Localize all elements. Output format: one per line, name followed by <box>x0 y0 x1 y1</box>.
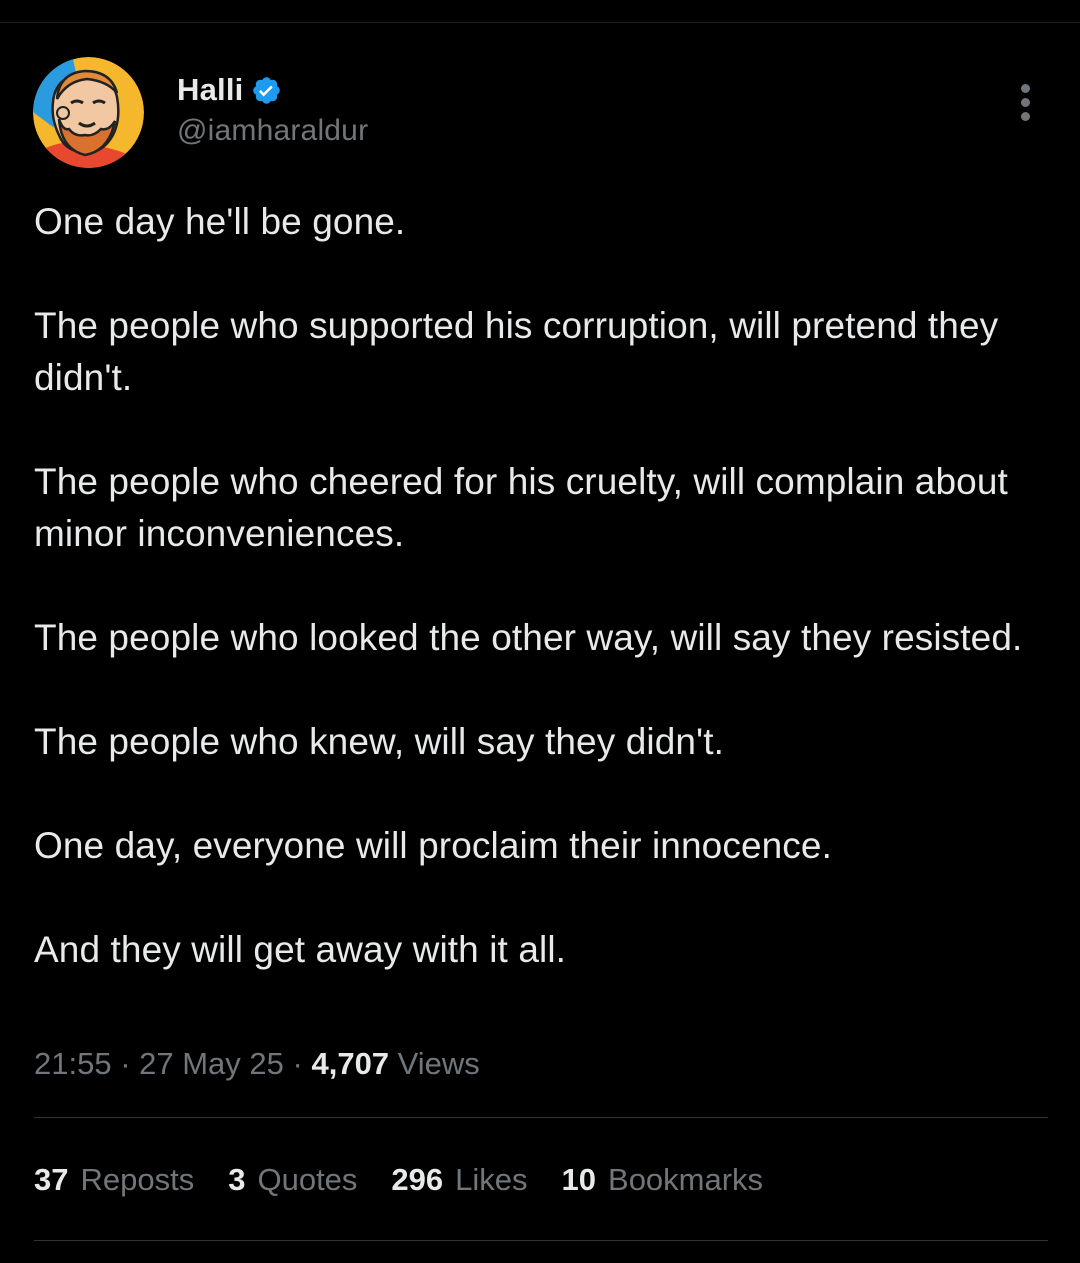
tweet-paragraph: One day he'll be gone. <box>34 201 406 242</box>
tweet-paragraph: One day, everyone will proclaim their in… <box>34 825 832 866</box>
engagement-stats: 37 Reposts 3 Quotes 296 Likes 10 Bookmarks <box>34 1158 797 1202</box>
name-row: Halli <box>177 70 368 110</box>
bookmarks-label: Bookmarks <box>608 1162 764 1197</box>
meta-separator: · <box>111 1046 140 1081</box>
tweet-time[interactable]: 21:55 <box>34 1046 112 1081</box>
tweet: Halli @iamharaldur One day he'll be gone… <box>0 0 1080 1263</box>
verified-badge-icon[interactable] <box>251 75 282 106</box>
reposts-label: Reposts <box>80 1162 195 1197</box>
avatar-illustration <box>33 57 144 168</box>
quotes-count: 3 <box>228 1162 246 1197</box>
tweet-paragraph: The people who cheered for his cruelty, … <box>34 461 1008 554</box>
likes-label: Likes <box>455 1162 528 1197</box>
bookmarks-count: 10 <box>561 1162 597 1197</box>
display-name[interactable]: Halli <box>177 72 243 108</box>
bookmarks-stat[interactable]: 10 Bookmarks <box>562 1158 764 1202</box>
likes-count: 296 <box>391 1162 444 1197</box>
stats-divider-bottom <box>34 1240 1048 1241</box>
reposts-count: 37 <box>34 1162 69 1197</box>
likes-stat[interactable]: 296 Likes <box>391 1158 527 1202</box>
stats-divider-top <box>34 1117 1048 1118</box>
reposts-stat[interactable]: 37 Reposts <box>34 1158 194 1202</box>
tweet-paragraph: The people who supported his corruption,… <box>34 305 999 398</box>
handle[interactable]: @iamharaldur <box>177 114 368 148</box>
quotes-label: Quotes <box>257 1162 358 1197</box>
tweet-meta: 21:55 · 27 May 25 · 4,707 Views <box>34 1042 480 1086</box>
more-vertical-icon[interactable] <box>1008 82 1044 122</box>
author-block: Halli @iamharaldur <box>177 70 368 148</box>
tweet-paragraph: And they will get away with it all. <box>34 929 567 970</box>
tweet-date[interactable]: 27 May 25 <box>139 1046 284 1081</box>
quotes-stat[interactable]: 3 Quotes <box>228 1158 357 1202</box>
meta-separator: · <box>283 1046 312 1081</box>
avatar[interactable] <box>33 57 144 168</box>
tweet-paragraph: The people who looked the other way, wil… <box>34 617 1023 658</box>
tweet-text: One day he'll be gone. The people who su… <box>34 196 1044 976</box>
tweet-paragraph: The people who knew, will say they didn'… <box>34 721 724 762</box>
views-count[interactable]: 4,707 <box>311 1046 389 1081</box>
views-label: Views <box>397 1046 480 1081</box>
